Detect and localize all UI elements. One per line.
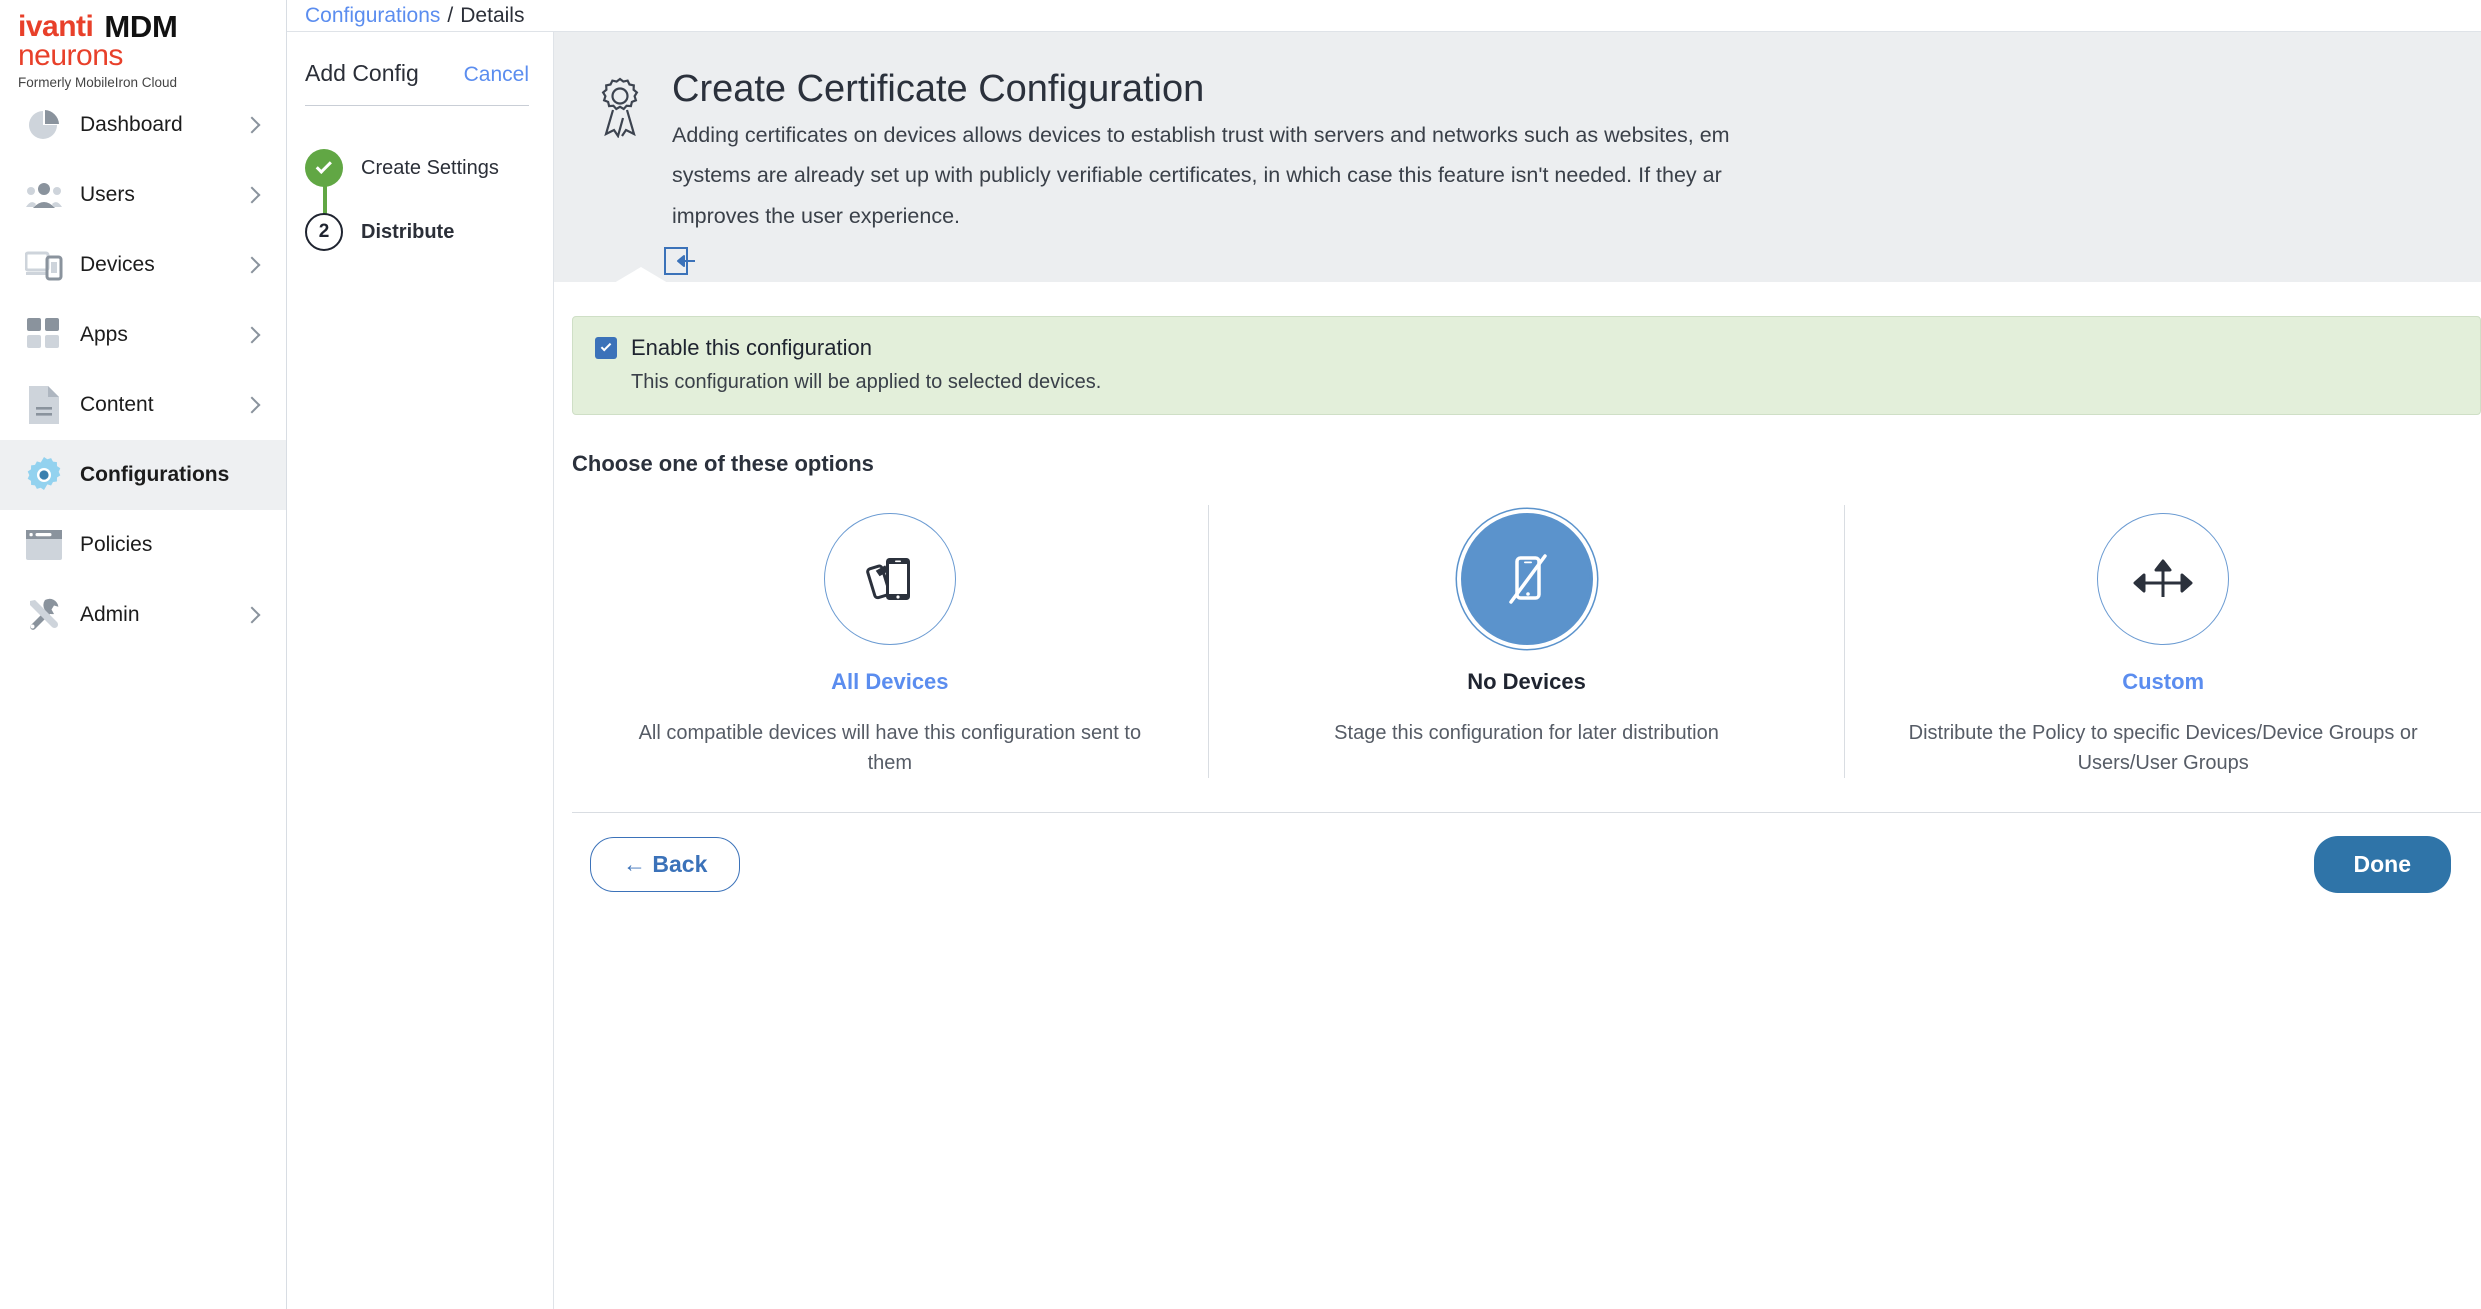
sidebar-nav: Dashboard Users Devices Apps Content Con… (0, 90, 286, 650)
option-card-no-devices[interactable]: No Devices Stage this configuration for … (1207, 504, 1845, 779)
enable-configuration-label: Enable this configuration (631, 334, 872, 360)
sidebar: ivanti MDM neurons Formerly MobileIron C… (0, 0, 287, 1309)
sidebar-item-label: Admin (80, 603, 140, 626)
sidebar-item-policies[interactable]: Policies (0, 510, 286, 580)
wizard-step-label: Create Settings (361, 156, 499, 179)
hero-notch (594, 266, 668, 283)
wizard-header: Add Config Cancel (305, 60, 529, 106)
chevron-right-icon (243, 396, 261, 414)
option-card-all-devices[interactable]: All Devices All compatible devices will … (572, 505, 1208, 778)
sidebar-item-devices[interactable]: Devices (0, 230, 286, 300)
body-row: Add Config Cancel Create Settings 2 Dist… (287, 32, 2481, 1309)
chevron-right-icon (243, 606, 261, 624)
page-title: Create Certificate Configuration (672, 68, 1205, 110)
sidebar-item-label: Policies (80, 533, 153, 556)
enable-configuration-banner: Enable this configuration This configura… (572, 315, 2481, 415)
content-area: Configurations / Details Add Config Canc… (287, 0, 2481, 1309)
wizard-step-distribute[interactable]: 2 Distribute (305, 200, 529, 264)
option-card-description: All compatible devices will have this co… (638, 721, 1142, 774)
phone-slash-icon (1460, 512, 1593, 645)
brand-logo[interactable]: ivanti MDM neurons Formerly MobileIron C… (0, 0, 286, 90)
option-card-description: Distribute the Policy to specific Device… (1908, 721, 2418, 774)
sidebar-item-admin[interactable]: Admin (0, 580, 286, 650)
brand-name-neurons: neurons (18, 39, 123, 72)
breadcrumb-link-configurations[interactable]: Configurations (305, 4, 440, 28)
wizard-step-create-settings[interactable]: Create Settings (305, 136, 529, 220)
enable-configuration-subtitle: This configuration will be applied to se… (631, 370, 1102, 393)
sidebar-item-users[interactable]: Users (0, 160, 286, 230)
devices-icon (22, 243, 66, 287)
pie-chart-icon (22, 103, 66, 147)
option-card-description: Stage this configuration for later distr… (1334, 721, 1719, 744)
tools-icon (22, 593, 66, 637)
chevron-right-icon (243, 256, 261, 274)
sidebar-item-label: Users (80, 183, 135, 206)
option-card-title: Custom (2122, 668, 2205, 694)
breadcrumb-current-details: Details (460, 3, 525, 27)
brand-name-ivanti: ivanti (18, 10, 94, 43)
done-button[interactable]: Done (2313, 836, 2451, 894)
arrow-left-icon: ← (623, 851, 646, 878)
policy-window-icon (22, 523, 66, 567)
main-panel: Create Certificate Configuration Adding … (554, 32, 2481, 1309)
sidebar-item-apps[interactable]: Apps (0, 300, 286, 370)
hero-description-line-3: improves the user experience. (672, 204, 961, 229)
breadcrumb: Configurations / Details (287, 0, 2481, 32)
enable-configuration-checkbox[interactable] (595, 336, 617, 359)
breadcrumb-separator: / (447, 3, 454, 27)
gear-icon (22, 453, 66, 497)
option-card-title: All Devices (831, 668, 949, 694)
sidebar-item-label: Devices (80, 253, 155, 276)
back-button[interactable]: ← Back (590, 837, 741, 893)
enable-configuration-row: Enable this configuration (595, 335, 2458, 361)
app-root: ivanti MDM neurons Formerly MobileIron C… (0, 0, 2481, 1309)
sidebar-item-configurations[interactable]: Configurations (0, 440, 286, 510)
option-card-title: No Devices (1467, 668, 1586, 694)
sidebar-item-label: Apps (80, 323, 128, 346)
two-phones-icon (823, 512, 956, 645)
sidebar-item-label: Dashboard (80, 113, 183, 136)
sidebar-item-dashboard[interactable]: Dashboard (0, 90, 286, 160)
wizard-title: Add Config (305, 60, 419, 86)
sidebar-item-label: Configurations (80, 463, 230, 486)
cancel-button[interactable]: Cancel (464, 63, 529, 87)
step-number-badge: 2 (305, 213, 343, 251)
option-card-custom[interactable]: Custom Distribute the Policy to specific… (1844, 504, 2481, 779)
people-icon (22, 173, 66, 217)
hero-description-line-2: systems are already set up with publicly… (672, 163, 1722, 188)
wizard-footer: ← Back Done (572, 812, 2481, 916)
sidebar-item-content[interactable]: Content (0, 370, 286, 440)
sidebar-item-label: Content (80, 393, 154, 416)
hero-header: Create Certificate Configuration Adding … (554, 32, 2481, 283)
chevron-right-icon (243, 116, 261, 134)
brand-logo-top: ivanti MDM (18, 9, 286, 44)
grid-apps-icon (22, 313, 66, 357)
brand-product-mdm: MDM (104, 9, 178, 44)
branching-arrows-icon (2097, 512, 2230, 645)
wizard-steps: Create Settings 2 Distribute (305, 136, 529, 264)
options-heading: Choose one of these options (572, 450, 874, 476)
hero-description-line-1: Adding certificates on devices allows de… (672, 122, 1730, 147)
chevron-right-icon (243, 326, 261, 344)
distribute-panel-body: Enable this configuration This configura… (554, 282, 2481, 1309)
distribution-option-cards: All Devices All compatible devices will … (572, 504, 2481, 779)
brand-tagline: Formerly MobileIron Cloud (18, 75, 178, 90)
collapse-left-icon[interactable] (664, 246, 2481, 282)
wizard-step-label: Distribute (361, 220, 455, 243)
certificate-ribbon-icon (594, 68, 654, 233)
hero-inner: Create Certificate Configuration Adding … (594, 68, 2481, 233)
back-button-label: Back (652, 851, 708, 878)
document-icon (22, 383, 66, 427)
chevron-right-icon (243, 186, 261, 204)
hero-text: Create Certificate Configuration Adding … (672, 68, 2481, 233)
check-icon (305, 149, 343, 187)
wizard-panel: Add Config Cancel Create Settings 2 Dist… (287, 32, 554, 1309)
